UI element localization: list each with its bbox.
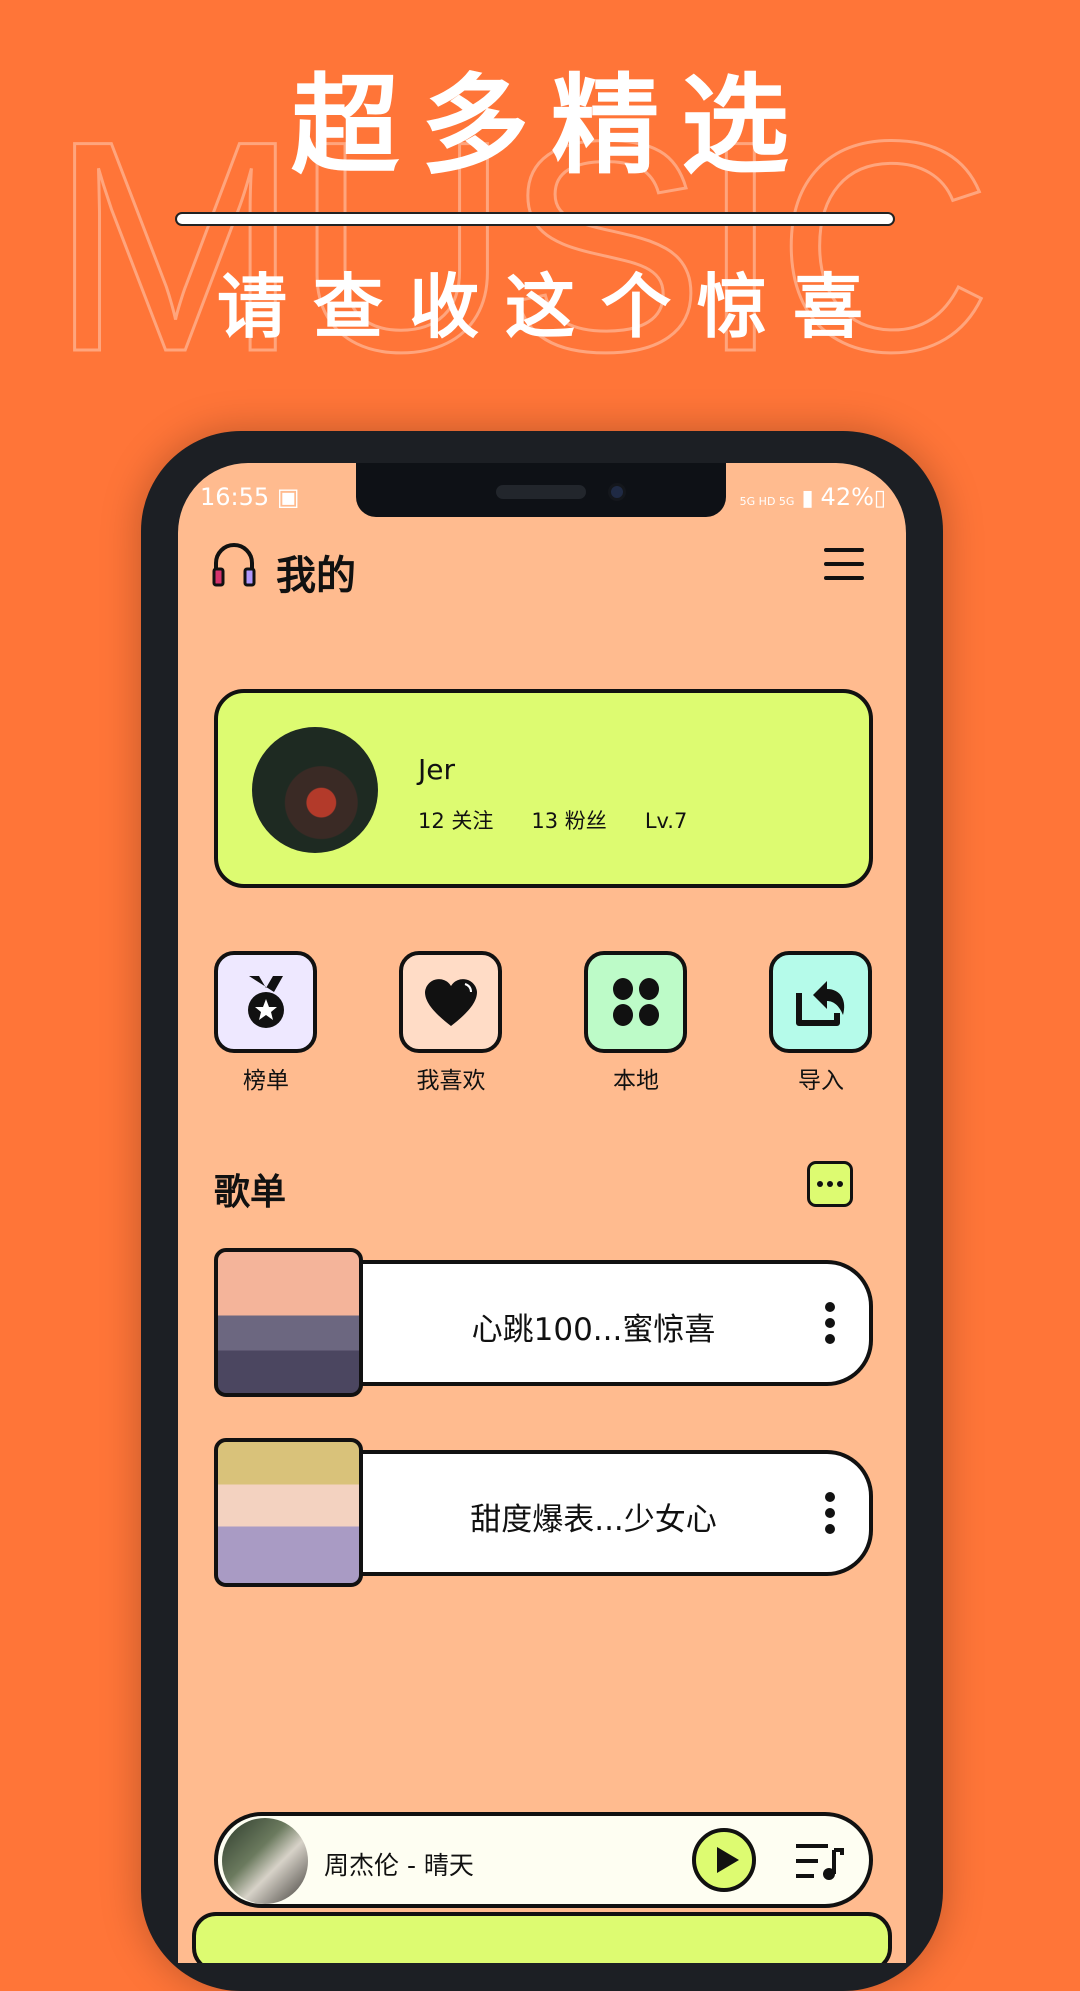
quick-action-charts[interactable]: 榜单	[214, 951, 317, 1095]
quick-action-import[interactable]: 导入	[769, 951, 872, 1095]
banner-divider	[175, 212, 895, 226]
now-playing-text: 周杰伦 - 晴天	[324, 1851, 474, 1880]
import-share-icon	[795, 981, 844, 1026]
following-count[interactable]: 12 关注	[418, 809, 493, 833]
user-level: Lv.7	[644, 809, 688, 833]
more-options-button[interactable]	[807, 1161, 853, 1207]
mini-player[interactable]: 周杰伦 - 晴天	[214, 1812, 873, 1908]
status-time: 16:55 ▣	[200, 483, 300, 511]
camera	[608, 483, 626, 501]
notch	[356, 463, 726, 517]
app-screen: 16:55 ▣ 5G HD 5G ▮ 42%▯ 我的 Jer 12 关注 13 粉…	[178, 463, 906, 1963]
speaker	[496, 485, 586, 499]
status-right: 5G HD 5G ▮ 42%▯	[739, 483, 886, 511]
profile-stats: 12 关注 13 粉丝 Lv.7	[418, 805, 725, 835]
profile-card[interactable]: Jer 12 关注 13 粉丝 Lv.7	[214, 689, 873, 888]
battery-icon: ▯	[873, 486, 886, 511]
playlist-cover	[214, 1248, 363, 1397]
playlist-item[interactable]: 甜度爆表...少女心	[214, 1438, 873, 1588]
headphones-icon	[212, 543, 256, 587]
quick-action-favorites[interactable]: 我喜欢	[399, 951, 502, 1095]
banner-subtitle: 请查收这个惊喜	[217, 266, 889, 348]
banner-title: 超多精选	[290, 64, 811, 189]
gallery-notification-icon: ▣	[276, 483, 300, 511]
play-button[interactable]	[692, 1828, 756, 1892]
album-art	[222, 1818, 308, 1904]
page-title: 我的	[276, 553, 356, 599]
profile-name: Jer	[418, 753, 455, 786]
playlist-cover	[214, 1438, 363, 1587]
followers-count[interactable]: 13 粉丝	[531, 809, 606, 833]
kebab-menu-icon[interactable]	[825, 1492, 835, 1540]
heart-icon	[424, 979, 477, 1026]
kebab-menu-icon[interactable]	[825, 1302, 835, 1350]
playlist-item[interactable]: 心跳100...蜜惊喜	[214, 1248, 873, 1398]
quick-action-local[interactable]: 本地	[584, 951, 687, 1095]
avatar[interactable]	[252, 727, 378, 853]
signal-icon: ▮	[801, 486, 814, 511]
hamburger-menu-icon[interactable]	[824, 548, 864, 580]
playlists-heading: 歌单	[214, 1172, 287, 1213]
playlist-queue-icon[interactable]	[796, 1842, 844, 1882]
grid-icon	[612, 978, 659, 1026]
medal-icon	[247, 976, 284, 1028]
